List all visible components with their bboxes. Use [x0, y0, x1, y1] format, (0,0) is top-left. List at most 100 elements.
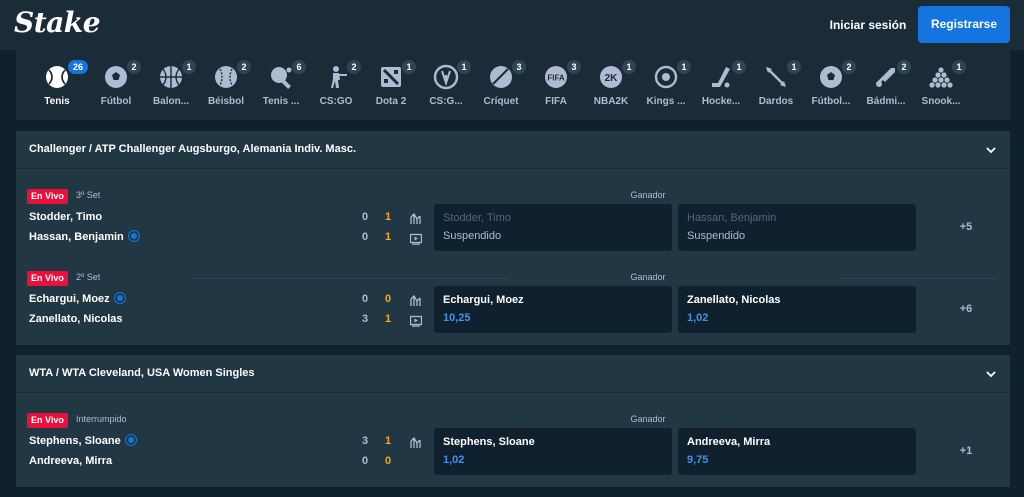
market-label: Ganador: [630, 272, 666, 282]
match-status: Interrumpido: [76, 414, 127, 424]
league-header[interactable]: WTA / WTA Cleveland, USA Women Singles: [16, 355, 1010, 393]
baseball-icon: [213, 64, 239, 90]
team-name-text: Zanellato, Nicolas: [29, 313, 123, 325]
sport-count-badge: 3: [512, 60, 526, 74]
odds-price: Suspendido: [687, 230, 746, 242]
team-name[interactable]: Andreeva, Mirra: [29, 455, 112, 467]
sport-label: Fútbol...: [811, 96, 851, 107]
odds-price: 9,75: [687, 454, 709, 466]
sport-tab-hockey[interactable]: 1 Hocke...: [694, 58, 748, 114]
game-score: 1: [384, 435, 392, 447]
team-name-text: Andreeva, Mirra: [29, 455, 113, 467]
league-header[interactable]: Challenger / ATP Challenger Augsburgo, A…: [16, 131, 1010, 169]
sport-count-badge: 1: [952, 60, 966, 74]
game-score: 0: [384, 455, 392, 467]
sport-tab-table-tennis[interactable]: 6 Tenis ...: [254, 58, 308, 114]
kings-league-icon: [653, 64, 679, 90]
odds-price: 10,25: [443, 312, 471, 324]
more-markets-button[interactable]: +1: [946, 445, 986, 457]
sport-label: Kings ...: [646, 96, 686, 107]
league-panel: WTA / WTA Cleveland, USA Women Singles E…: [16, 355, 1010, 487]
sport-count-badge: 1: [402, 60, 416, 74]
chevron-down-icon[interactable]: [984, 143, 998, 157]
set-score: 0: [361, 211, 369, 223]
login-button[interactable]: Iniciar sesión: [826, 9, 910, 41]
odds-button[interactable]: Andreeva, Mirra 9,75: [678, 428, 916, 475]
live-stream-icon[interactable]: [409, 314, 423, 327]
team-name[interactable]: Echargui, Moez: [29, 293, 125, 305]
sport-label: Críquet: [483, 96, 519, 107]
team-name-text: Stodder, Timo: [29, 211, 103, 223]
sport-label: NBA2K: [593, 96, 629, 107]
dota2-icon: [378, 64, 404, 90]
set-score: 3: [361, 435, 369, 447]
basketball-icon: [158, 64, 184, 90]
table-tennis-icon: [268, 64, 294, 90]
game-score: 1: [384, 231, 392, 243]
sport-label: Bádmi...: [866, 96, 906, 107]
odds-price: 1,02: [687, 312, 709, 324]
darts-icon: [763, 64, 789, 90]
svg-text:FIFA: FIFA: [547, 74, 565, 83]
sport-label: Balon...: [152, 96, 190, 107]
sport-tab-football[interactable]: 2 Fútbol: [89, 58, 143, 114]
sport-tab-snooker[interactable]: 1 Snook...: [914, 58, 968, 114]
sport-label: Tenis ...: [262, 96, 300, 107]
sport-label: CS:G...: [429, 96, 463, 107]
esoccer-icon: [818, 64, 844, 90]
sport-label: Tenis: [44, 96, 70, 107]
sport-count-badge: 1: [622, 60, 636, 74]
odds-button[interactable]: Hassan, Benjamin Suspendido: [678, 204, 916, 251]
soccer-ball-icon: [103, 64, 129, 90]
live-badge: En Vivo: [27, 271, 68, 286]
sport-tab-darts[interactable]: 1 Dardos: [749, 58, 803, 114]
team-name[interactable]: Stephens, Sloane: [29, 435, 136, 447]
sport-tab-badminton[interactable]: 2 Bádmi...: [859, 58, 913, 114]
verified-icon: [128, 231, 139, 241]
odds-button[interactable]: Stephens, Sloane 1,02: [434, 428, 672, 475]
fifa-icon: FIFA: [543, 64, 569, 90]
sport-tab-dota2[interactable]: 1 Dota 2: [364, 58, 418, 114]
more-markets-button[interactable]: +5: [946, 221, 986, 233]
odds-outcome: Echargui, Moez: [443, 294, 524, 306]
svg-text:2K: 2K: [605, 73, 619, 84]
more-markets-button[interactable]: +6: [946, 303, 986, 315]
sports-filter-bar: 26 Tenis 2 Fútbol 1 Balon... 2 Béisbol 6…: [16, 50, 1010, 120]
market-label: Ganador: [630, 414, 666, 424]
sport-tab-kings-league[interactable]: 1 Kings ...: [639, 58, 693, 114]
team-name[interactable]: Hassan, Benjamin: [29, 231, 139, 243]
sport-label: Dota 2: [375, 96, 407, 107]
team-name[interactable]: Stodder, Timo: [29, 211, 102, 223]
sport-count-badge: 2: [237, 60, 251, 74]
sport-tab-csgo-2[interactable]: 1 CS:G...: [419, 58, 473, 114]
chevron-down-icon[interactable]: [984, 367, 998, 381]
live-stream-icon[interactable]: [409, 232, 423, 245]
odds-price: Suspendido: [443, 230, 502, 242]
sport-tab-fifa[interactable]: FIFA 3 FIFA: [529, 58, 583, 114]
sport-tab-tennis[interactable]: 26 Tenis: [30, 58, 88, 114]
stake-logo[interactable]: Stake: [14, 6, 101, 39]
sport-label: Fútbol: [100, 96, 132, 107]
stats-icon[interactable]: [410, 294, 422, 306]
stats-icon[interactable]: [410, 436, 422, 448]
set-score: 3: [361, 313, 369, 325]
register-button[interactable]: Registrarse: [918, 6, 1010, 43]
sport-tab-csgo[interactable]: 2 CS:GO: [309, 58, 363, 114]
sport-tab-baseball[interactable]: 2 Béisbol: [199, 58, 253, 114]
top-bar: Stake Iniciar sesión Registrarse: [0, 0, 1024, 50]
team-name-text: Stephens, Sloane: [29, 435, 121, 447]
sport-count-badge: 2: [127, 60, 141, 74]
shuttlecock-icon: [873, 64, 899, 90]
odds-button[interactable]: Stodder, Timo Suspendido: [434, 204, 672, 251]
stats-icon[interactable]: [410, 212, 422, 224]
sport-tab-cricket[interactable]: 3 Críquet: [474, 58, 528, 114]
sport-tab-nba2k[interactable]: 2K 1 NBA2K: [584, 58, 638, 114]
sport-tab-basketball[interactable]: 1 Balon...: [144, 58, 198, 114]
odds-outcome: Stephens, Sloane: [443, 436, 535, 448]
sport-tab-esoccer[interactable]: 2 Fútbol...: [804, 58, 858, 114]
team-name[interactable]: Zanellato, Nicolas: [29, 313, 123, 325]
odds-button[interactable]: Echargui, Moez 10,25: [434, 286, 672, 333]
match-status: 3º Set: [76, 190, 101, 200]
odds-button[interactable]: Zanellato, Nicolas 1,02: [678, 286, 916, 333]
sport-label: Hocke...: [701, 96, 741, 107]
